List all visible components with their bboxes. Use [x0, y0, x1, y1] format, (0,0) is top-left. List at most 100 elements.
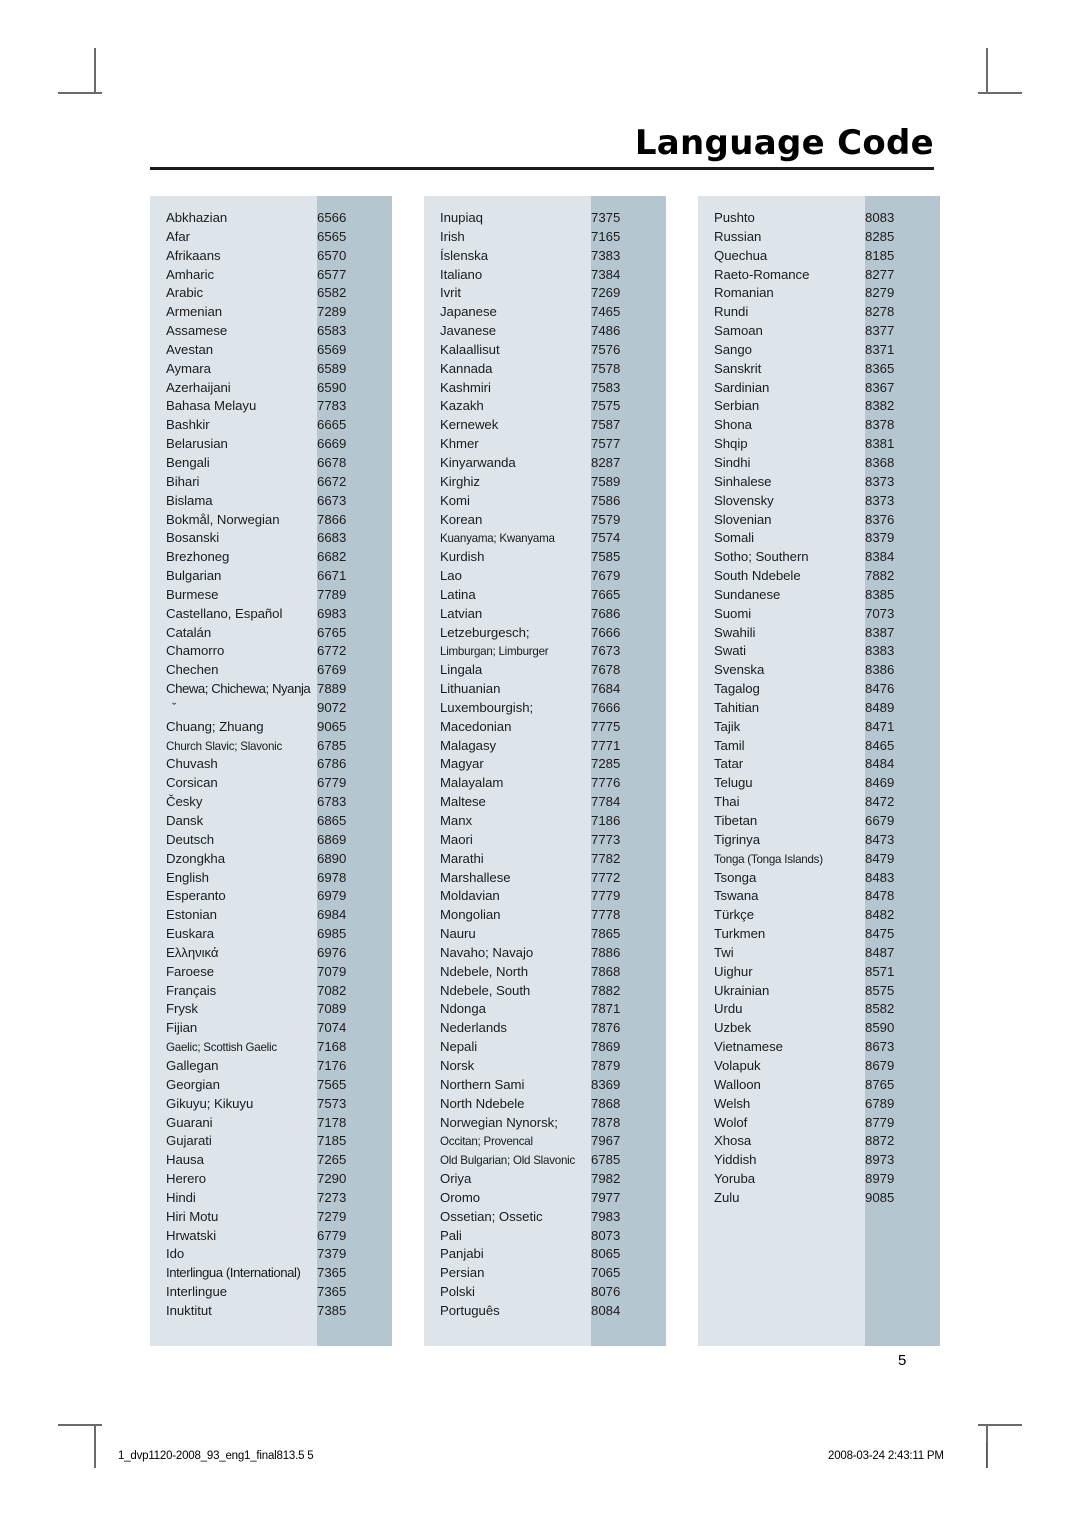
language-code-cell: 7265	[317, 1152, 347, 1168]
table-row: Aymara 6589	[150, 361, 392, 380]
table-row: Tonga (Tonga Islands) 8479	[698, 851, 940, 870]
language-code-cell: 7871	[591, 1001, 621, 1017]
language-code-cell: 6765	[317, 624, 347, 640]
language-code-cell: 7666	[591, 624, 621, 640]
language-name-cell: Brezhoneg	[166, 549, 230, 565]
language-column-inner: Abkhazian 6566 Afar 6565 Afrikaans 6570 Amhari…	[150, 196, 392, 1346]
language-name-cell: Maori	[440, 831, 473, 847]
language-name-cell: South Ndebele	[714, 568, 801, 584]
language-name-cell: Kurdish	[440, 549, 485, 565]
table-row: Kalaallisut 7576	[424, 342, 666, 361]
table-row: Euskara 6985	[150, 926, 392, 945]
table-row: Bashkir 6665	[150, 417, 392, 436]
language-code-cell: 7982	[591, 1171, 621, 1187]
language-code-cell: 8377	[865, 323, 895, 339]
language-code-cell: 7577	[591, 436, 621, 452]
table-row: Somali 8379	[698, 530, 940, 549]
language-name-cell: Bokmål, Norwegian	[166, 511, 280, 527]
table-row: Faroese 7079	[150, 964, 392, 983]
table-row: Luxembourgish; 7666	[424, 700, 666, 719]
language-code-cell: 8073	[591, 1227, 621, 1243]
language-name-cell: Serbian	[714, 398, 760, 414]
language-code-cell: 7775	[591, 718, 621, 734]
language-code-cell: 7285	[591, 756, 621, 772]
table-row: Zulu 9085	[698, 1190, 940, 1209]
language-name-cell: Kinyarwanda	[440, 454, 516, 470]
language-name-cell: Inupiaq	[440, 210, 483, 225]
language-name-cell: Sotho; Southern	[714, 549, 809, 565]
language-code-cell: 7486	[591, 323, 621, 339]
language-code-cell: 7773	[591, 831, 621, 847]
table-row: Thai 8472	[698, 794, 940, 813]
language-code-cell: 7783	[317, 398, 347, 414]
language-code-cell: 7684	[591, 681, 621, 697]
table-row: Hrwatski 6779	[150, 1228, 392, 1247]
language-name-cell: Arabic	[166, 285, 204, 301]
table-row: Afrikaans 6570	[150, 248, 392, 267]
language-name-cell: Ndebele, South	[440, 982, 531, 998]
language-code-cell: 8475	[865, 926, 895, 942]
language-name-cell: Georgian	[166, 1076, 220, 1092]
table-row: Japanese 7465	[424, 304, 666, 323]
language-name-cell: Kannada	[440, 360, 493, 376]
language-name-cell: Russian	[714, 228, 762, 244]
language-code-cell: 8185	[865, 247, 895, 263]
language-code-cell: 8279	[865, 285, 895, 301]
language-name-cell: Afar	[166, 228, 190, 244]
language-name-cell: Khmer	[440, 436, 479, 452]
table-row: Volapuk 8679	[698, 1058, 940, 1077]
language-code-cell: 6786	[317, 756, 347, 772]
language-name-cell: Tibetan	[714, 813, 758, 828]
language-code-cell: 6566	[317, 210, 347, 225]
table-row: Kirghiz 7589	[424, 474, 666, 493]
language-name-cell: Japanese	[440, 304, 497, 320]
table-row: Oromo 7977	[424, 1190, 666, 1209]
table-row: Ndebele, South 7882	[424, 983, 666, 1002]
language-name-cell: Lao	[440, 568, 462, 584]
language-code-cell: 8487	[865, 944, 895, 960]
language-name-cell: Euskara	[166, 926, 215, 942]
language-name-cell: Vietnamese	[714, 1039, 783, 1055]
table-row: Nederlands 7876	[424, 1020, 666, 1039]
language-code-cell: 6785	[317, 737, 347, 753]
language-name-cell: Church Slavic; Slavonic	[166, 739, 283, 753]
language-name-cell: Latina	[440, 586, 476, 602]
language-code-cell: 8065	[591, 1246, 621, 1262]
table-row: Frysk 7089	[150, 1001, 392, 1020]
table-row: Chuang; Zhuang 9065	[150, 719, 392, 738]
language-name-cell: Kashmiri	[440, 379, 491, 395]
language-code-cell: 7977	[591, 1189, 621, 1205]
language-code-cell: 6577	[317, 266, 347, 282]
language-name-cell: Thai	[714, 794, 740, 810]
language-name-cell: Marshallese	[440, 869, 511, 885]
language-code-cell: 8381	[865, 436, 895, 452]
language-name-cell: Zulu	[714, 1189, 740, 1205]
language-name-cell: Sardinian	[714, 379, 770, 395]
table-row: Church Slavic; Slavonic 6785	[150, 738, 392, 757]
language-name-cell: Tahitian	[714, 699, 760, 715]
table-row: Irish 7165	[424, 229, 666, 248]
table-row: Sotho; Southern 8384	[698, 549, 940, 568]
language-name-cell: Suomi	[714, 605, 752, 621]
language-name-cell: Quechua	[714, 247, 768, 263]
language-name-cell: Korean	[440, 511, 483, 527]
language-name-cell: Norwegian Nynorsk;	[440, 1114, 558, 1130]
language-code-cell: 8376	[865, 511, 895, 527]
language-name-cell: Sango	[714, 341, 752, 357]
language-name-cell: Rundi	[714, 304, 749, 320]
table-row: Norsk 7879	[424, 1058, 666, 1077]
language-name-cell: Bengali	[166, 454, 210, 470]
language-code-cell: 8765	[865, 1076, 895, 1092]
language-code-cell: 7865	[591, 926, 621, 942]
language-name-cell: Marathi	[440, 850, 484, 866]
table-row: Uzbek 8590	[698, 1020, 940, 1039]
table-row: Herero 7290	[150, 1171, 392, 1190]
language-code-cell: 7868	[591, 963, 621, 979]
language-code-cell: 7176	[317, 1057, 347, 1073]
language-name-cell: Kalaallisut	[440, 341, 500, 357]
language-name-cell: Limburgan; Limburger	[440, 645, 549, 659]
table-row: Macedonian 7775	[424, 719, 666, 738]
table-row: Sundanese 8385	[698, 587, 940, 606]
language-code-cell: 7784	[591, 794, 621, 810]
language-code-cell: 7082	[317, 982, 347, 998]
